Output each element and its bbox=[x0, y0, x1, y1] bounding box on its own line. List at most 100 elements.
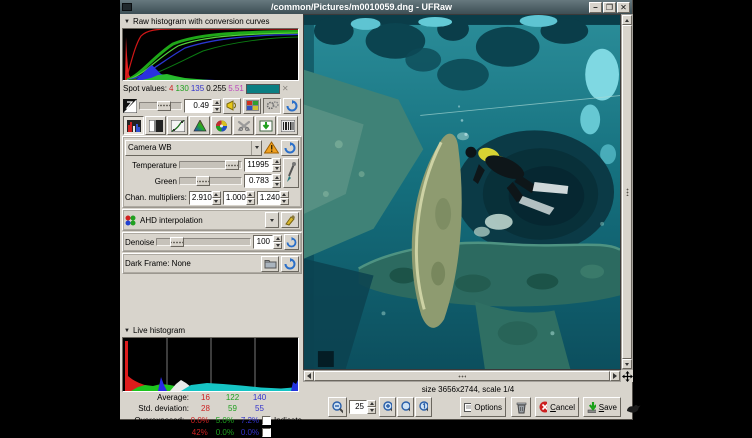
minimize-button[interactable]: – bbox=[589, 2, 602, 13]
tab-save[interactable] bbox=[255, 116, 276, 135]
wb-preset-combobox[interactable]: Camera WB bbox=[125, 140, 262, 156]
denoise-spinbox[interactable]: 100 bbox=[253, 235, 282, 249]
control-panel: ▼ Raw histogram with conversion curves S… bbox=[122, 15, 302, 417]
zoom-percent-spinbox[interactable]: 25 bbox=[349, 400, 376, 414]
temperature-spinbox[interactable]: 11995 bbox=[244, 158, 281, 172]
live-histogram-label: Live histogram bbox=[133, 326, 185, 335]
spot-close-icon[interactable]: ✕ bbox=[282, 84, 289, 93]
cancel-button[interactable]: Cancel bbox=[535, 397, 579, 417]
bottom-toolbar: 25 Options Cancel Save bbox=[303, 396, 633, 420]
scroll-right-icon[interactable] bbox=[610, 371, 620, 381]
denoise-slider[interactable] bbox=[156, 238, 251, 246]
zoom-100-button[interactable] bbox=[415, 397, 432, 417]
channel-multipliers-row: Chan. multipliers: 2.910 1.000 1.240 bbox=[124, 189, 300, 206]
interpolation-icon bbox=[125, 215, 136, 226]
overexposed-blue: 7.2% bbox=[237, 416, 262, 425]
expander-arrow-icon: ▼ bbox=[124, 328, 130, 334]
vertical-scroll-thumb[interactable] bbox=[622, 25, 632, 359]
tab-exif[interactable] bbox=[277, 116, 298, 135]
spot-color-swatch bbox=[246, 84, 280, 94]
close-button[interactable]: ✕ bbox=[617, 2, 630, 13]
exposure-spinbox[interactable]: 0.49 bbox=[184, 99, 221, 113]
status-bar: size 3656x2744, scale 1/4 bbox=[303, 383, 633, 396]
interpolation-dropdown-button[interactable] bbox=[265, 212, 279, 228]
scroll-up-icon[interactable] bbox=[622, 15, 632, 25]
scroll-left-icon[interactable] bbox=[304, 371, 314, 381]
raw-histogram-expander[interactable]: ▼ Raw histogram with conversion curves bbox=[122, 15, 302, 28]
green-value: 0.783 bbox=[244, 174, 272, 188]
save-button[interactable]: Save bbox=[583, 397, 621, 417]
underexposed-blue: 0.0% bbox=[237, 428, 262, 437]
options-button[interactable]: Options bbox=[460, 397, 506, 417]
pan-button[interactable] bbox=[621, 370, 633, 382]
multiplier-red-spinbox[interactable]: 2.910 bbox=[189, 191, 221, 205]
average-label: Average: bbox=[122, 393, 192, 402]
tab-color-management[interactable] bbox=[189, 116, 210, 135]
temperature-slider[interactable] bbox=[179, 161, 242, 169]
reset-dark-frame-button[interactable] bbox=[281, 256, 299, 272]
scroll-down-icon[interactable] bbox=[622, 359, 632, 369]
zoom-out-button[interactable] bbox=[328, 397, 347, 417]
raw-histogram-label: Raw histogram with conversion curves bbox=[133, 17, 270, 26]
std-deviation-row: Std. deviation: 28 59 55 bbox=[122, 403, 302, 414]
photo-preview[interactable] bbox=[303, 14, 621, 370]
reset-denoise-button[interactable] bbox=[284, 234, 299, 250]
overexposed-indicate-checkbox[interactable] bbox=[262, 416, 271, 425]
tab-white-balance[interactable] bbox=[123, 116, 144, 135]
green-slider[interactable] bbox=[179, 177, 242, 185]
average-blue: 140 bbox=[246, 393, 273, 402]
denoise-label: Denoise bbox=[125, 238, 154, 247]
green-label: Green bbox=[125, 177, 177, 186]
wb-preset-value: Camera WB bbox=[128, 143, 172, 152]
multiplier-red-value: 2.910 bbox=[189, 191, 212, 205]
film-emulation-button[interactable] bbox=[243, 98, 261, 114]
raw-histogram[interactable] bbox=[122, 28, 299, 81]
spot-wb-eyedropper-button[interactable] bbox=[283, 158, 299, 188]
interpolation-combobox[interactable]: AHD interpolation bbox=[138, 212, 263, 228]
titlebar[interactable]: /common/Pictures/m0010059.dng - UFRaw – … bbox=[120, 0, 632, 14]
overexposed-row: Overexposed: 0.0% 5.0% 7.2% Indicate bbox=[122, 414, 302, 426]
options-label: Options bbox=[474, 403, 502, 412]
std-red: 28 bbox=[192, 404, 219, 413]
reset-exposure-button[interactable] bbox=[283, 98, 301, 114]
underexposed-indicate-checkbox[interactable] bbox=[262, 428, 271, 437]
std-deviation-label: Std. deviation: bbox=[122, 404, 192, 413]
horizontal-scrollbar[interactable] bbox=[303, 370, 621, 382]
tab-color-correction[interactable] bbox=[211, 116, 232, 135]
underexposed-red: 42% bbox=[187, 428, 212, 437]
average-red: 16 bbox=[192, 393, 219, 402]
spot-values-row: Spot values: 4 130 135 0.255 5.51 ✕ bbox=[122, 81, 302, 96]
window-menu-icon[interactable] bbox=[122, 3, 132, 11]
zoom-in-button[interactable] bbox=[379, 397, 396, 417]
multiplier-blue-spinbox[interactable]: 1.240 bbox=[257, 191, 289, 205]
cancel-label: Cancel bbox=[550, 403, 575, 412]
green-spinbox[interactable]: 0.783 bbox=[244, 174, 281, 188]
overexposed-red: 0.0% bbox=[187, 416, 212, 425]
std-green: 59 bbox=[219, 404, 246, 413]
delete-button[interactable] bbox=[511, 397, 531, 417]
tab-transform[interactable] bbox=[233, 116, 254, 135]
chevron-down-icon bbox=[251, 141, 259, 155]
live-histogram-expander[interactable]: ▼ Live histogram bbox=[122, 324, 302, 337]
spot-green-value: 130 bbox=[175, 84, 188, 93]
restore-details-button[interactable] bbox=[263, 98, 281, 114]
vertical-scrollbar[interactable] bbox=[621, 14, 633, 370]
wb-warning-icon bbox=[264, 141, 279, 154]
exposure-slider[interactable] bbox=[139, 102, 182, 110]
exposure-row: 0.49 bbox=[122, 96, 302, 115]
maximize-button[interactable]: ❐ bbox=[603, 2, 616, 13]
underexposed-label: Underexposed: bbox=[122, 428, 187, 437]
clip-highlights-button[interactable] bbox=[223, 98, 241, 114]
tab-grayscale[interactable] bbox=[145, 116, 166, 135]
apply-interpolation-button[interactable] bbox=[281, 212, 299, 228]
zoom-percent-value: 25 bbox=[349, 400, 367, 414]
reset-wb-button[interactable] bbox=[281, 140, 299, 156]
white-balance-section: Camera WB Temperature 11995 bbox=[122, 136, 302, 208]
average-row: Average: 16 122 140 bbox=[122, 392, 302, 403]
load-dark-frame-folder-button[interactable] bbox=[261, 256, 279, 272]
multiplier-green-spinbox[interactable]: 1.000 bbox=[223, 191, 255, 205]
live-histogram[interactable] bbox=[122, 337, 299, 392]
tab-base-curve[interactable] bbox=[167, 116, 188, 135]
zoom-fit-button[interactable] bbox=[397, 397, 414, 417]
horizontal-scroll-thumb[interactable] bbox=[314, 371, 610, 381]
